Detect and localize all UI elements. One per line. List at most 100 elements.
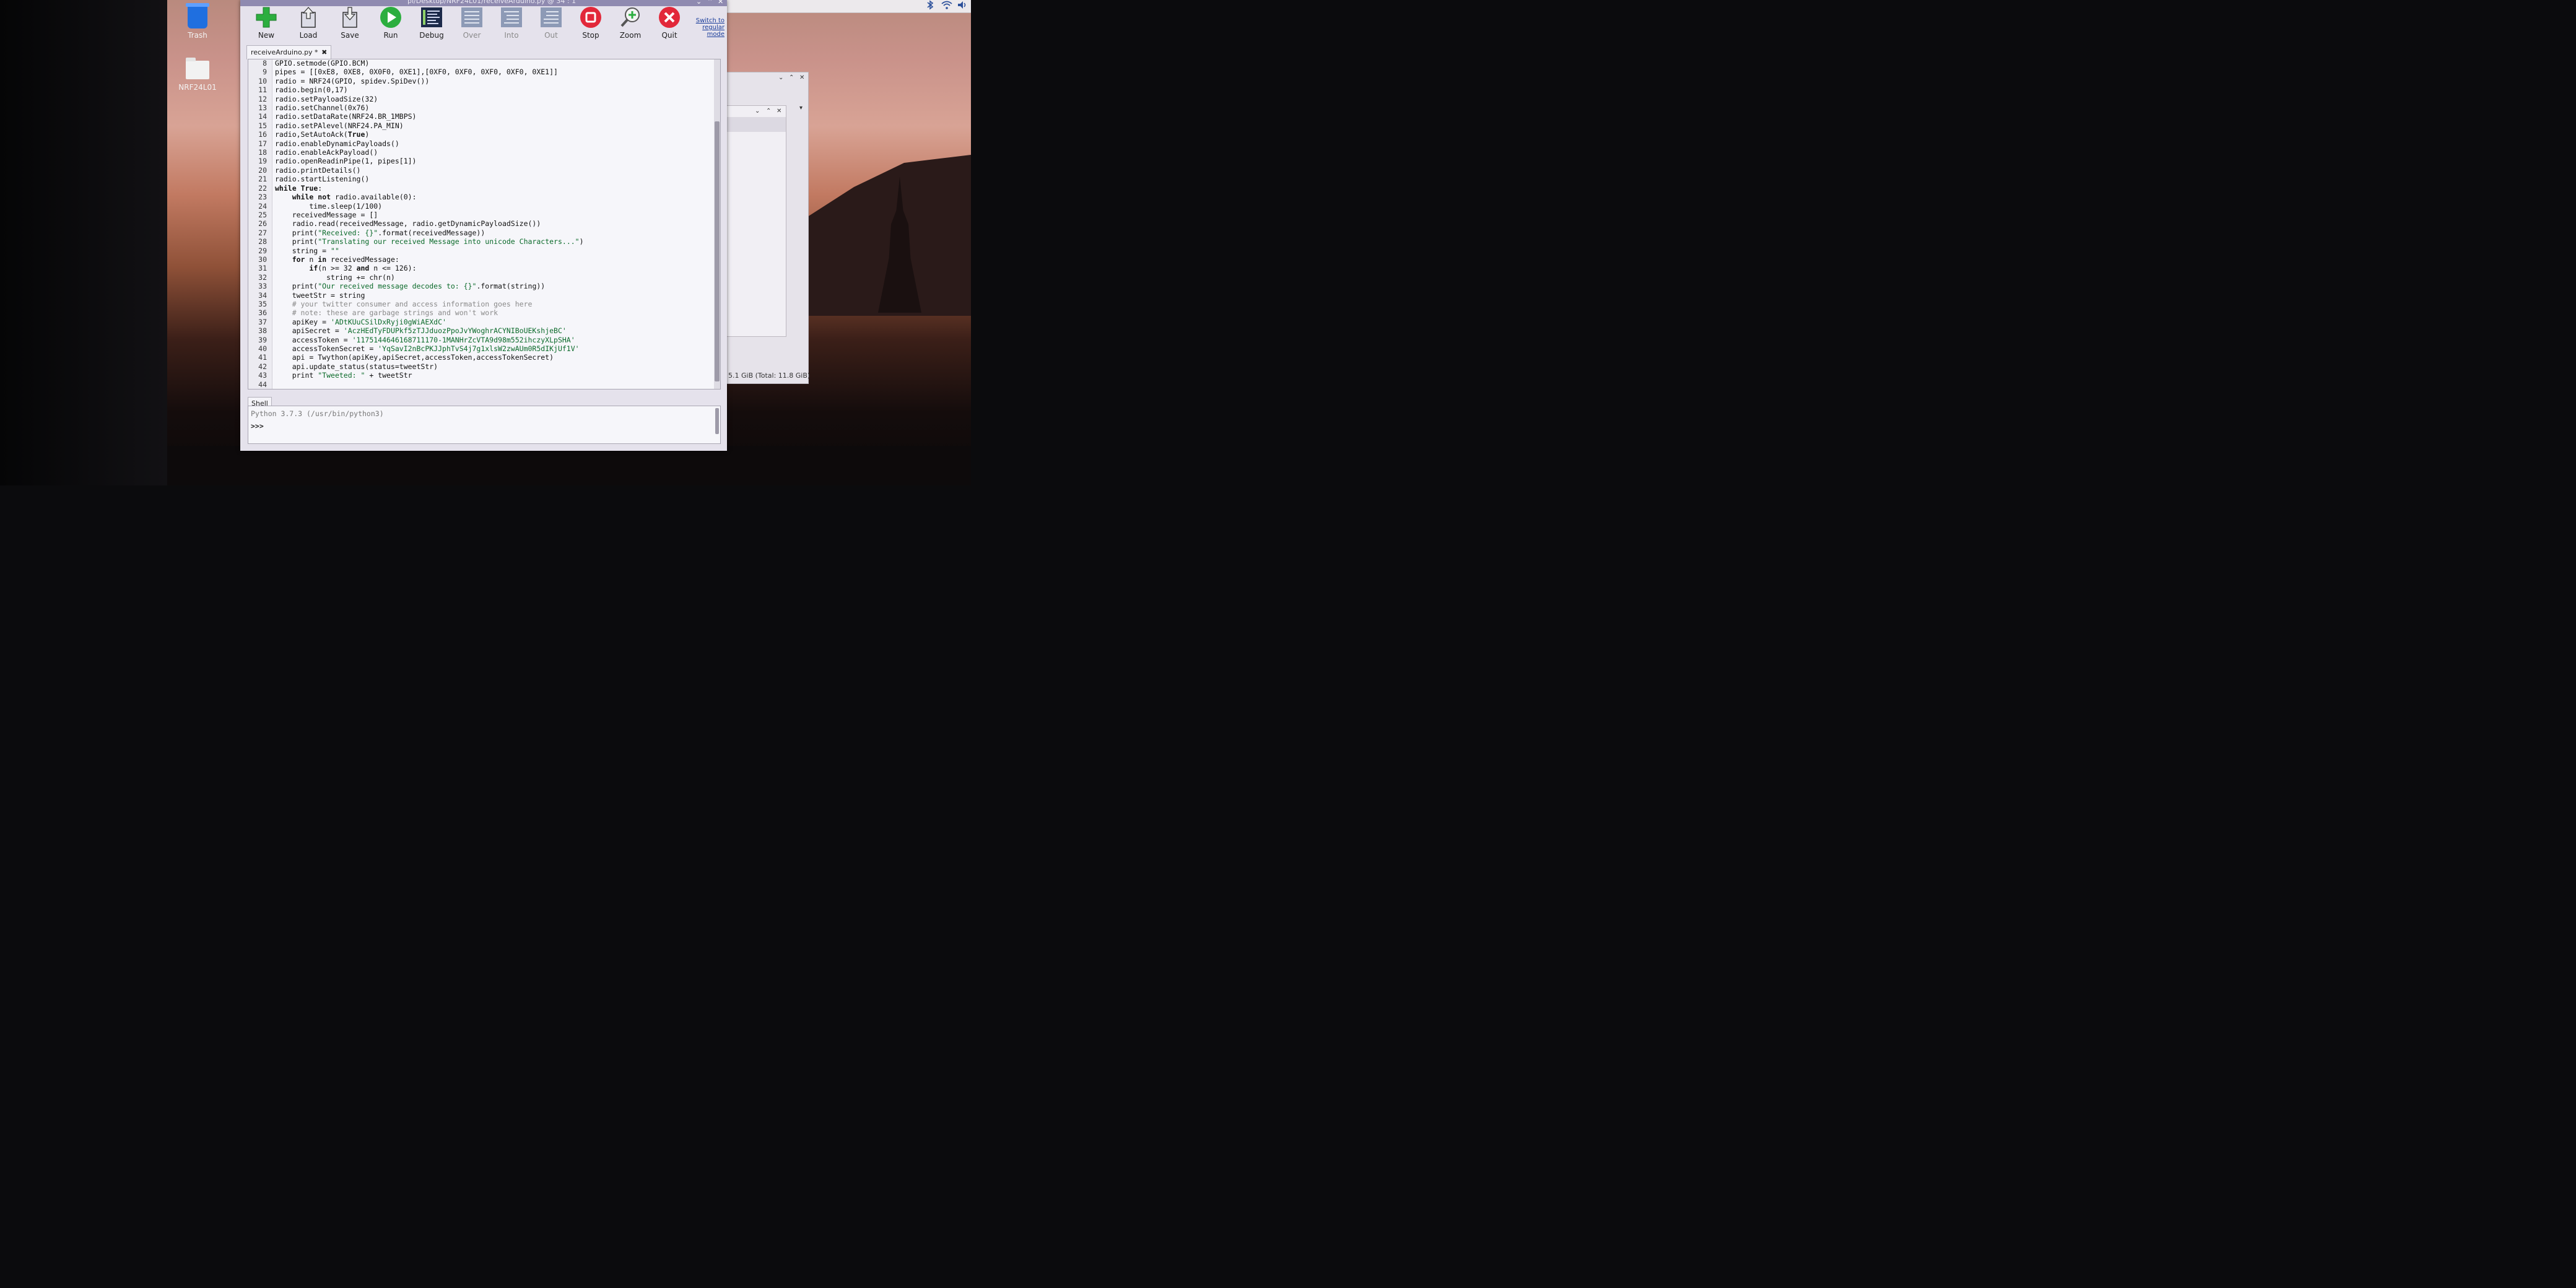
debug-button[interactable]: Debug xyxy=(414,6,449,40)
code-line[interactable]: radio.setPayloadSize(32) xyxy=(275,95,584,103)
dropdown-icon[interactable]: ▾ xyxy=(799,105,803,111)
close-icon[interactable]: ✕ xyxy=(799,74,804,81)
save-label: Save xyxy=(341,31,359,40)
line-number: 17 xyxy=(258,139,267,148)
minimize-icon[interactable]: ⌄ xyxy=(755,108,760,115)
step-into-button[interactable]: Into xyxy=(494,6,529,40)
code-line[interactable]: for n in receivedMessage: xyxy=(275,255,584,264)
editor-scrollbar-thumb[interactable] xyxy=(715,121,720,381)
code-line[interactable]: accessToken = '1175144646168711170-1MANH… xyxy=(275,336,584,344)
line-number: 30 xyxy=(258,255,267,264)
code-line[interactable]: apiSecret = 'AczHEdTyFDUPkf5zTJJduozPpoJ… xyxy=(275,326,584,335)
background-dialog-window[interactable]: ⌄ ⌃ ✕ xyxy=(726,105,786,337)
code-line[interactable]: radio,SetAutoAck(True) xyxy=(275,130,584,139)
thonny-window: pi/Desktop/NRF24L01/receiveArduino.py @ … xyxy=(240,0,727,451)
zoom-button[interactable]: Zoom xyxy=(613,6,648,40)
line-number: 28 xyxy=(258,237,267,246)
code-line[interactable]: pipes = [[0xE8, 0XE8, 0X0F0, 0XE1],[0XF0… xyxy=(275,67,584,76)
shell-prompt[interactable]: >>> xyxy=(251,422,264,430)
code-line[interactable]: apiKey = 'ADtKUuCSilDxRyji0gWiAEXdC' xyxy=(275,318,584,326)
line-number: 19 xyxy=(258,157,267,166)
load-button[interactable]: Load xyxy=(291,6,326,40)
code-line[interactable]: radio.setChannel(0x76) xyxy=(275,103,584,112)
code-line[interactable]: time.sleep(1/100) xyxy=(275,202,584,211)
code-line[interactable]: GPIO.setmode(GPIO.BCM) xyxy=(275,59,584,67)
line-number: 35 xyxy=(258,299,267,308)
minimize-icon[interactable]: ⌄ xyxy=(696,0,702,6)
code-line[interactable]: # your twitter consumer and access infor… xyxy=(275,300,584,308)
tab-receivearduino[interactable]: receiveArduino.py * ✖ xyxy=(246,45,332,59)
editor-scrollbar[interactable] xyxy=(714,59,720,389)
step-into-icon xyxy=(500,6,523,28)
code-line[interactable]: accessTokenSecret = 'YqSavI2nBcPKJJphTvS… xyxy=(275,344,584,353)
line-number: 34 xyxy=(258,290,267,300)
title-bar[interactable]: pi/Desktop/NRF24L01/receiveArduino.py @ … xyxy=(240,0,727,6)
new-button[interactable]: New xyxy=(249,6,284,40)
desktop-icon-trash[interactable]: Trash xyxy=(173,3,222,40)
code-line[interactable]: print("Translating our received Message … xyxy=(275,237,584,246)
code-line[interactable]: radio.begin(0,17) xyxy=(275,85,584,94)
save-button[interactable]: Save xyxy=(333,6,367,40)
bluetooth-icon[interactable] xyxy=(926,0,934,11)
desktop-icon-nrf24l01[interactable]: NRF24L01 xyxy=(173,58,222,92)
volume-icon[interactable] xyxy=(957,0,968,11)
line-number: 37 xyxy=(258,317,267,326)
step-out-button[interactable]: Out xyxy=(534,6,568,40)
switch-mode-link[interactable]: Switch to regular mode xyxy=(690,17,724,38)
step-over-icon xyxy=(461,6,483,28)
line-number: 38 xyxy=(258,326,267,336)
code-line[interactable]: radio = NRF24(GPIO, spidev.SpiDev()) xyxy=(275,77,584,85)
maximize-icon[interactable]: ⌃ xyxy=(789,74,794,81)
minimize-icon[interactable]: ⌄ xyxy=(778,74,783,81)
maximize-icon[interactable]: ⌃ xyxy=(766,108,771,115)
line-number: 23 xyxy=(258,193,267,202)
code-text[interactable]: GPIO.setmode(GPIO.BCM) pipes = [[0xE8, 0X… xyxy=(275,59,584,389)
quit-button[interactable]: Quit xyxy=(652,6,687,40)
line-number: 12 xyxy=(258,94,267,103)
code-line[interactable]: tweetStr = string xyxy=(275,291,584,300)
step-over-button[interactable]: Over xyxy=(455,6,489,40)
code-line[interactable]: radio.read(receivedMessage, radio.getDyn… xyxy=(275,219,584,228)
shell-scrollbar[interactable] xyxy=(715,408,719,434)
code-line[interactable]: string += chr(n) xyxy=(275,273,584,282)
code-line[interactable]: print "Tweeted: " + tweetStr xyxy=(275,371,584,380)
code-line[interactable] xyxy=(275,380,584,389)
close-icon[interactable]: ✕ xyxy=(777,108,781,115)
wifi-icon[interactable] xyxy=(941,0,952,11)
code-line[interactable]: while True: xyxy=(275,184,584,193)
code-line[interactable]: radio.startListening() xyxy=(275,175,584,183)
line-number: 27 xyxy=(258,228,267,237)
new-icon xyxy=(255,6,277,28)
code-editor[interactable]: 8 9 10 11 12 13 14 15 16 17 18 19 20 21 22 23 24 25 26 27 28… xyxy=(248,59,721,389)
line-number: 43 xyxy=(258,371,267,380)
code-line[interactable]: receivedMessage = [] xyxy=(275,211,584,219)
desktop-icon-label: Trash xyxy=(188,31,207,40)
close-icon[interactable]: ✕ xyxy=(718,0,723,6)
line-number: 15 xyxy=(258,121,267,130)
shell-panel[interactable]: Python 3.7.3 (/usr/bin/python3) >>> xyxy=(248,406,721,444)
code-line[interactable]: while not radio.available(0): xyxy=(275,193,584,201)
code-line[interactable]: radio.setPAlevel(NRF24.PA_MIN) xyxy=(275,121,584,130)
code-line[interactable]: radio.printDetails() xyxy=(275,166,584,175)
code-line[interactable]: radio.setDataRate(NRF24.BR_1MBPS) xyxy=(275,112,584,121)
trash-icon xyxy=(186,3,209,28)
load-label: Load xyxy=(299,31,318,40)
line-number: 26 xyxy=(258,219,267,228)
close-tab-icon[interactable]: ✖ xyxy=(321,48,327,56)
code-line[interactable]: radio.openReadinPipe(1, pipes[1]) xyxy=(275,157,584,165)
code-line[interactable]: print("Received: {}".format(receivedMess… xyxy=(275,228,584,237)
line-number: 22 xyxy=(258,183,267,193)
code-line[interactable]: string = "" xyxy=(275,246,584,255)
code-line[interactable]: radio.enableAckPayload() xyxy=(275,148,584,157)
code-line[interactable]: api.update_status(status=tweetStr) xyxy=(275,362,584,371)
stop-button[interactable]: Stop xyxy=(573,6,608,40)
maximize-icon[interactable]: ⌃ xyxy=(707,0,713,6)
run-button[interactable]: Run xyxy=(373,6,408,40)
code-line[interactable]: api = Twython(apiKey,apiSecret,accessTok… xyxy=(275,353,584,362)
code-line[interactable]: # note: these are garbage strings and wo… xyxy=(275,308,584,317)
code-line[interactable]: print("Our received message decodes to: … xyxy=(275,282,584,290)
quit-icon xyxy=(658,6,681,28)
code-line[interactable]: if(n >= 32 and n <= 126): xyxy=(275,264,584,272)
code-line[interactable]: radio.enableDynamicPayloads() xyxy=(275,139,584,148)
line-number: 20 xyxy=(258,165,267,175)
